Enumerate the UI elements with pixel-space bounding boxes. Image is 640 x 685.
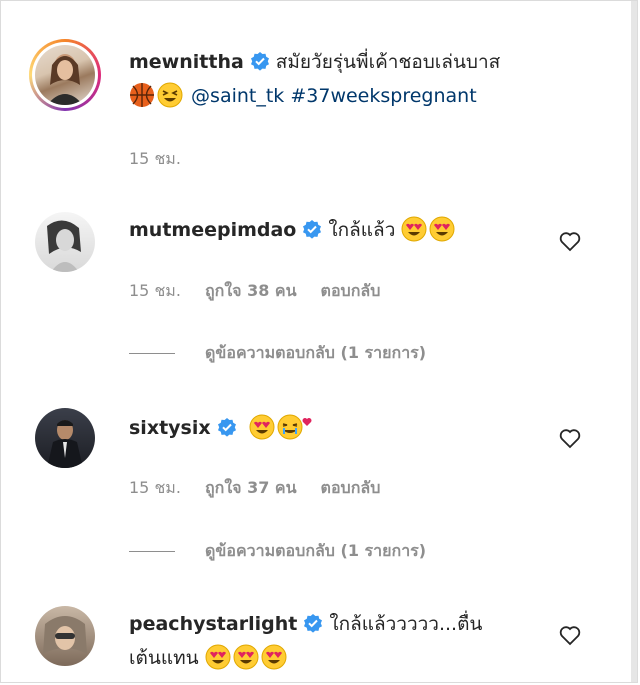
- avatar[interactable]: [35, 408, 95, 468]
- heart-eyes-icon: [429, 216, 455, 242]
- avatar[interactable]: [35, 212, 95, 272]
- heart-eyes-icon: [401, 216, 427, 242]
- verified-badge-icon: [304, 614, 323, 633]
- timestamp[interactable]: 15 ชม.: [129, 147, 181, 172]
- comment-body: sixtysix: [129, 411, 559, 445]
- reply-button[interactable]: ตอบกลับ: [321, 279, 381, 304]
- username[interactable]: sixtysix: [129, 417, 211, 439]
- likes-count-link[interactable]: ถูกใจ 38 คน: [205, 279, 297, 304]
- comment-text: ใกล้แล้ว: [328, 219, 396, 241]
- comments-panel: mewnittha สมัยวัยรุ่นพี่เค้าชอบเล่นบาส @s…: [0, 0, 638, 683]
- timestamp[interactable]: 15 ชม.: [129, 279, 181, 304]
- like-heart-icon[interactable]: [558, 229, 582, 253]
- comment-body: mewnittha สมัยวัยรุ่นพี่เค้าชอบเล่นบาส @s…: [129, 45, 559, 113]
- divider-line: [129, 551, 175, 552]
- heart-eyes-icon: [205, 644, 231, 670]
- avatar[interactable]: [35, 45, 95, 105]
- like-heart-icon[interactable]: [558, 426, 582, 450]
- view-replies-label: ดูข้อความตอบกลับ (1 รายการ): [205, 343, 427, 362]
- heart-eyes-icon: [249, 414, 275, 440]
- like-heart-icon[interactable]: [558, 623, 582, 647]
- avatar[interactable]: [35, 606, 95, 666]
- reply-button[interactable]: ตอบกลับ: [321, 476, 381, 501]
- mention-link[interactable]: @saint_tk: [191, 85, 284, 107]
- basketball-icon: [130, 83, 154, 107]
- comment-item: peachystarlight ใกล้แล้ววววว...ตื่น เต้นแ…: [1, 591, 631, 684]
- verified-badge-icon: [217, 418, 236, 437]
- heart-eyes-icon: [261, 644, 287, 670]
- hashtag-link[interactable]: #37weekspregnant: [290, 85, 476, 107]
- divider-line: [129, 353, 175, 354]
- comment-meta: 15 ชม. ถูกใจ 37 คน ตอบกลับ: [129, 476, 380, 501]
- comment-text: ใกล้แล้ววววว...ตื่น: [329, 613, 483, 635]
- comment-body: peachystarlight ใกล้แล้ววววว...ตื่น เต้นแ…: [129, 607, 559, 675]
- comment-item: mutmeepimdao ใกล้แล้ว 15 ชม. ถูกใจ 38 คน …: [1, 191, 631, 391]
- view-replies-button[interactable]: ดูข้อความตอบกลับ (1 รายการ): [129, 539, 426, 564]
- comment-meta: 15 ชม.: [129, 147, 181, 172]
- view-replies-button[interactable]: ดูข้อความตอบกลับ (1 รายการ): [129, 341, 426, 366]
- scrollbar-track[interactable]: [631, 1, 637, 682]
- username[interactable]: mutmeepimdao: [129, 219, 296, 241]
- username[interactable]: mewnittha: [129, 51, 244, 73]
- comment-item: sixtysix 15 ชม. ถูกใจ 37 คน ตอบกลับ ดูข้…: [1, 391, 631, 591]
- comment-body: mutmeepimdao ใกล้แล้ว: [129, 213, 559, 247]
- caption-comment: mewnittha สมัยวัยรุ่นพี่เค้าชอบเล่นบาส @s…: [1, 1, 631, 191]
- comment-text: สมัยวัยรุ่นพี่เค้าชอบเล่นบาส: [275, 51, 501, 73]
- comment-text-continued: เต้นแทน: [129, 647, 199, 669]
- laughing-face-icon: [157, 82, 183, 108]
- timestamp[interactable]: 15 ชม.: [129, 476, 181, 501]
- crying-laughing-heart-icon: [277, 414, 312, 440]
- comment-meta: 15 ชม. ถูกใจ 38 คน ตอบกลับ: [129, 279, 380, 304]
- view-replies-label: ดูข้อความตอบกลับ (1 รายการ): [205, 541, 427, 560]
- verified-badge-icon: [250, 52, 269, 71]
- heart-eyes-icon: [233, 644, 259, 670]
- username[interactable]: peachystarlight: [129, 613, 297, 635]
- verified-badge-icon: [303, 220, 322, 239]
- likes-count-link[interactable]: ถูกใจ 37 คน: [205, 476, 297, 501]
